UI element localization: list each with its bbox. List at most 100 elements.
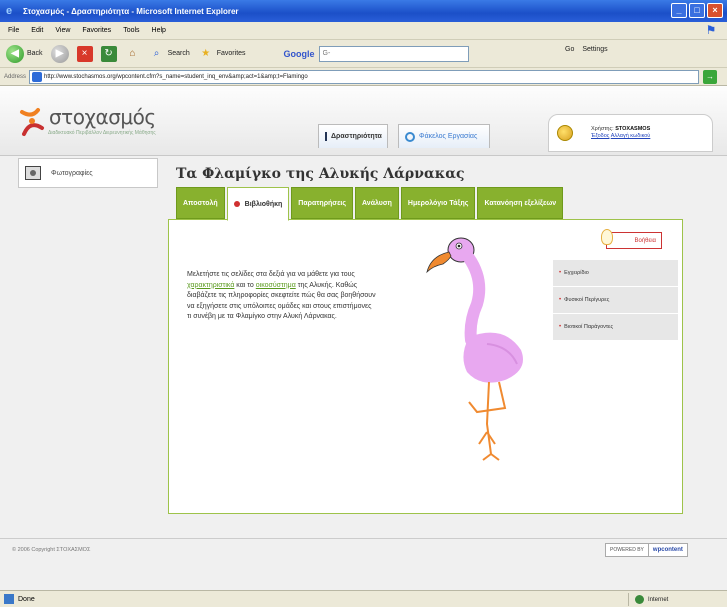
- list-item[interactable]: • Εγχειρίδιο: [553, 260, 678, 287]
- menu-file[interactable]: File: [8, 27, 19, 34]
- status-text: Done: [18, 595, 35, 603]
- menu-favorites[interactable]: Favorites: [82, 27, 111, 34]
- tab-class-journal[interactable]: Ημερολόγιο Τάξης: [400, 187, 476, 219]
- refresh-button[interactable]: ↻: [100, 45, 117, 62]
- logout-link[interactable]: Έξοδος: [591, 133, 609, 139]
- back-label: Back: [27, 50, 43, 57]
- search-button[interactable]: ⌕ Search: [149, 46, 190, 62]
- bullet-icon: •: [559, 270, 562, 276]
- toolbar-right: Go Settings: [565, 46, 608, 53]
- status-bar: Done Internet: [0, 590, 727, 607]
- sidebar-item-photos[interactable]: Φωτογραφίες: [18, 158, 158, 188]
- back-arrow-icon: ◀: [6, 44, 24, 63]
- logo-mark-icon: [20, 108, 44, 136]
- close-button[interactable]: ×: [707, 3, 723, 18]
- nav-activity[interactable]: Δραστηριότητα: [318, 124, 388, 148]
- google-label: Google: [283, 48, 315, 59]
- ie-icon: e: [6, 5, 13, 17]
- active-dot-icon: [233, 201, 240, 207]
- site-header: στοχασμός Διαδικτυακό Περιβάλλον Διερευν…: [0, 86, 727, 156]
- content-panel: Μελετήστε τις σελίδες στα δεξιά για να μ…: [168, 219, 683, 514]
- stop-button[interactable]: ×: [76, 45, 93, 62]
- user-info: Χρήστης: STOXASMOS Έξοδος Αλλαγή κωδικού: [591, 126, 650, 140]
- forward-button[interactable]: ▶: [50, 44, 69, 63]
- library-sublist: • Εγχειρίδιο • Φυσικοί Περίγυρες • Βιοτι…: [553, 260, 678, 341]
- instructions-text: Μελετήστε τις σελίδες στα δεξιά για να μ…: [187, 270, 377, 323]
- window-titlebar: e Στοχασμός - Δραστηριότητα - Microsoft …: [0, 0, 727, 22]
- flamingo-illustration: [426, 237, 523, 461]
- window-controls: _ □ ×: [671, 3, 723, 18]
- menu-bar: File Edit View Favorites Tools Help: [0, 22, 727, 40]
- forward-arrow-icon: ▶: [50, 44, 69, 63]
- nav-portfolio-label: Φάκελος Εργασίας: [419, 133, 478, 140]
- menu-edit[interactable]: Edit: [31, 27, 43, 34]
- lightbulb-icon: [601, 229, 613, 245]
- browser-viewport: στοχασμός Διαδικτυακό Περιβάλλον Διερευν…: [0, 86, 727, 590]
- help-label: Βοήθεια: [634, 237, 657, 244]
- browser-toolbar: ◀ Back ▶ × ↻ ⌂ ⌕ Search ★ Favorites Goog…: [0, 40, 727, 68]
- refresh-icon: ↻: [100, 45, 117, 62]
- user-panel: Χρήστης: STOXASMOS Έξοδος Αλλαγή κωδικού: [548, 114, 713, 152]
- go-button[interactable]: Go: [565, 46, 574, 53]
- ecosystem-link[interactable]: οικοσύστημα: [256, 282, 296, 289]
- logo-text: στοχασμός: [49, 105, 156, 129]
- menu-tools[interactable]: Tools: [123, 27, 139, 34]
- page-favicon-icon: [32, 71, 43, 82]
- photo-icon: [25, 166, 41, 180]
- favorites-button[interactable]: ★ Favorites: [198, 46, 246, 62]
- tab-mission[interactable]: Αποστολή: [176, 187, 225, 219]
- nav-portfolio[interactable]: Φάκελος Εργασίας: [398, 124, 490, 148]
- page-status-icon: [4, 594, 14, 604]
- address-input[interactable]: http://www.stochasmos.org/wpcontent.cfm?…: [29, 69, 700, 84]
- tab-observations[interactable]: Παρατηρήσεις: [291, 187, 353, 219]
- powered-by-brand: wpcontent: [652, 547, 683, 553]
- menu-view[interactable]: View: [55, 27, 70, 34]
- list-item-label: Εγχειρίδιο: [564, 270, 589, 276]
- home-icon: ⌂: [129, 47, 136, 59]
- address-url: http://www.stochasmos.org/wpcontent.cfm?…: [44, 73, 308, 80]
- list-item-label: Βιοτικοί Παράγοντες: [564, 324, 614, 330]
- user-label: Χρήστης:: [591, 126, 614, 132]
- content-tabs: Αποστολή Βιβλιοθήκη Παρατηρήσεις Ανάλυση…: [176, 187, 564, 221]
- minimize-button[interactable]: _: [671, 3, 687, 18]
- user-avatar-icon: [557, 125, 573, 141]
- tab-understanding[interactable]: Κατανόηση εξελίξεων: [477, 187, 564, 219]
- list-item-label: Φυσικοί Περίγυρες: [564, 297, 610, 303]
- security-zone: Internet: [628, 593, 668, 606]
- list-item[interactable]: • Φυσικοί Περίγυρες: [553, 287, 678, 314]
- help-button[interactable]: Βοήθεια: [601, 229, 662, 249]
- zone-label: Internet: [648, 596, 669, 603]
- menu-help[interactable]: Help: [152, 27, 166, 34]
- page-footer: © 2006 Copyright ΣΤΟΧΑΣΜΟΣ POWERED BY wp…: [0, 538, 727, 562]
- address-go-button[interactable]: →: [703, 69, 718, 84]
- logo-subtitle: Διαδικτυακό Περιβάλλον Διερευνητικής Μάθ…: [48, 130, 156, 136]
- monitor-icon: [325, 132, 327, 141]
- instructions-part-2: και το: [234, 281, 256, 289]
- sidebar-item-label: Φωτογραφίες: [51, 169, 93, 177]
- nav-activity-label: Δραστηριότητα: [331, 133, 382, 140]
- tab-library-label: Βιβλιοθήκη: [244, 200, 283, 208]
- tab-library[interactable]: Βιβλιοθήκη: [226, 187, 290, 221]
- back-button[interactable]: ◀ Back: [6, 44, 43, 63]
- stop-icon: ×: [76, 45, 93, 62]
- globe-icon: [635, 595, 644, 604]
- home-button[interactable]: ⌂: [125, 46, 141, 62]
- bullet-icon: •: [559, 324, 562, 330]
- powered-by-badge[interactable]: POWERED BY wpcontent: [605, 543, 688, 557]
- google-toolbar: Google: [283, 45, 469, 62]
- tab-analysis[interactable]: Ανάλυση: [355, 187, 399, 219]
- copyright-text: © 2006 Copyright ΣΤΟΧΑΣΜΟΣ: [12, 547, 91, 553]
- google-search-input[interactable]: [318, 45, 469, 62]
- page-title: Τα Φλαμίγκο της Αλυκής Λάρνακας: [176, 166, 465, 182]
- address-bar: Address http://www.stochasmos.org/wpcont…: [0, 68, 727, 86]
- windows-logo-icon: ⚑: [705, 23, 717, 37]
- change-password-link[interactable]: Αλλαγή κωδικού: [611, 133, 651, 139]
- window-title: Στοχασμός - Δραστηριότητα - Microsoft In…: [23, 6, 239, 16]
- characteristics-link[interactable]: χαρακτηριστικά: [187, 282, 234, 289]
- list-item[interactable]: • Βιοτικοί Παράγοντες: [553, 314, 678, 341]
- favorites-label: Favorites: [216, 50, 246, 57]
- search-icon: ⌕: [153, 47, 160, 59]
- settings-button[interactable]: Settings: [582, 46, 607, 53]
- maximize-button[interactable]: □: [689, 3, 705, 18]
- star-icon: ★: [201, 47, 211, 59]
